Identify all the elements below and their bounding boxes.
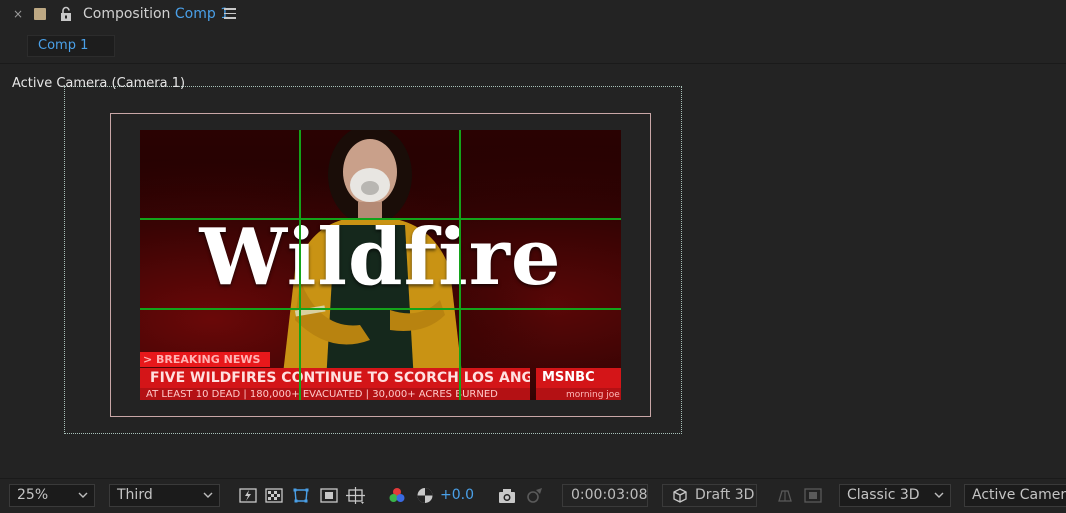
close-panel-button[interactable]: × (13, 7, 23, 21)
panel-title-prefix: Composition (83, 6, 171, 22)
comp-tab-bar: Comp 1 (0, 31, 1066, 64)
transparency-grid-icon[interactable] (264, 486, 284, 505)
show-snapshot-icon[interactable] (525, 486, 545, 505)
panel-header: × Composition Comp 1 (0, 0, 1066, 31)
breaking-news-banner: > BREAKING NEWS (140, 352, 270, 367)
mask-path-visibility-icon[interactable] (291, 486, 311, 505)
3d-view-dropdown[interactable]: Active Camer... (964, 484, 1066, 507)
draft-3d-icon (673, 488, 687, 503)
chevron-down-icon (934, 492, 944, 498)
3d-view-value: Active Camer... (972, 487, 1066, 503)
panel-title: Composition Comp 1 (83, 6, 229, 22)
network-logo: MSNBC (536, 368, 621, 388)
renderer-dropdown[interactable]: Classic 3D (839, 484, 951, 507)
channel-rgb-icon[interactable] (387, 486, 407, 505)
grid-line-v2 (459, 130, 461, 400)
hamburger-menu-icon[interactable] (224, 8, 236, 19)
3d-ground-plane-icon[interactable] (775, 486, 795, 505)
view-label: Active Camera (Camera 1) (12, 76, 186, 91)
draft-3d-label: Draft 3D (695, 487, 755, 503)
grid-line-h1 (140, 218, 621, 220)
grid-line-v1 (299, 130, 301, 400)
chevron-down-icon (78, 492, 88, 498)
fast-previews-icon[interactable] (238, 486, 258, 505)
zoom-value: 25% (17, 487, 49, 503)
resolution-dropdown[interactable]: Third (109, 484, 220, 507)
news-ticker: FIVE WILDFIRES CONTINUE TO SCORCH LOS AN… (140, 368, 530, 388)
extended-viewer-icon[interactable] (803, 486, 823, 505)
tab-comp-1[interactable]: Comp 1 (27, 35, 115, 57)
exposure-value[interactable]: +0.0 (440, 487, 474, 503)
panel-title-comp[interactable]: Comp 1 (175, 6, 229, 22)
comp-frame[interactable]: Wildfire > BREAKING NEWS FIVE WILDFIRES … (140, 130, 621, 400)
grid-and-guides-icon[interactable] (346, 486, 366, 505)
region-of-interest-icon[interactable] (319, 486, 339, 505)
show-name: morning joe (536, 388, 621, 400)
lock-icon[interactable] (59, 6, 73, 22)
grid-line-h2 (140, 308, 621, 310)
label-color-swatch[interactable] (34, 8, 46, 20)
zoom-dropdown[interactable]: 25% (9, 484, 95, 507)
reset-exposure-icon[interactable] (415, 486, 435, 505)
composition-viewer[interactable]: Active Camera (Camera 1) Wildfire > BREA… (0, 65, 1066, 477)
current-time-display[interactable]: 0:00:03:08 (562, 484, 648, 507)
viewer-toolbar: 25% Third +0.0 0:00:03:08 Draft 3D Class… (0, 478, 1066, 513)
headline-text: Wildfire (199, 212, 562, 303)
renderer-value: Classic 3D (847, 487, 920, 503)
camera-snapshot-icon[interactable] (497, 486, 517, 505)
resolution-value: Third (117, 487, 153, 503)
news-ticker-subline: AT LEAST 10 DEAD | 180,000+ EVACUATED | … (140, 388, 530, 400)
chevron-down-icon (203, 492, 213, 498)
draft-3d-toggle[interactable]: Draft 3D (662, 484, 757, 507)
